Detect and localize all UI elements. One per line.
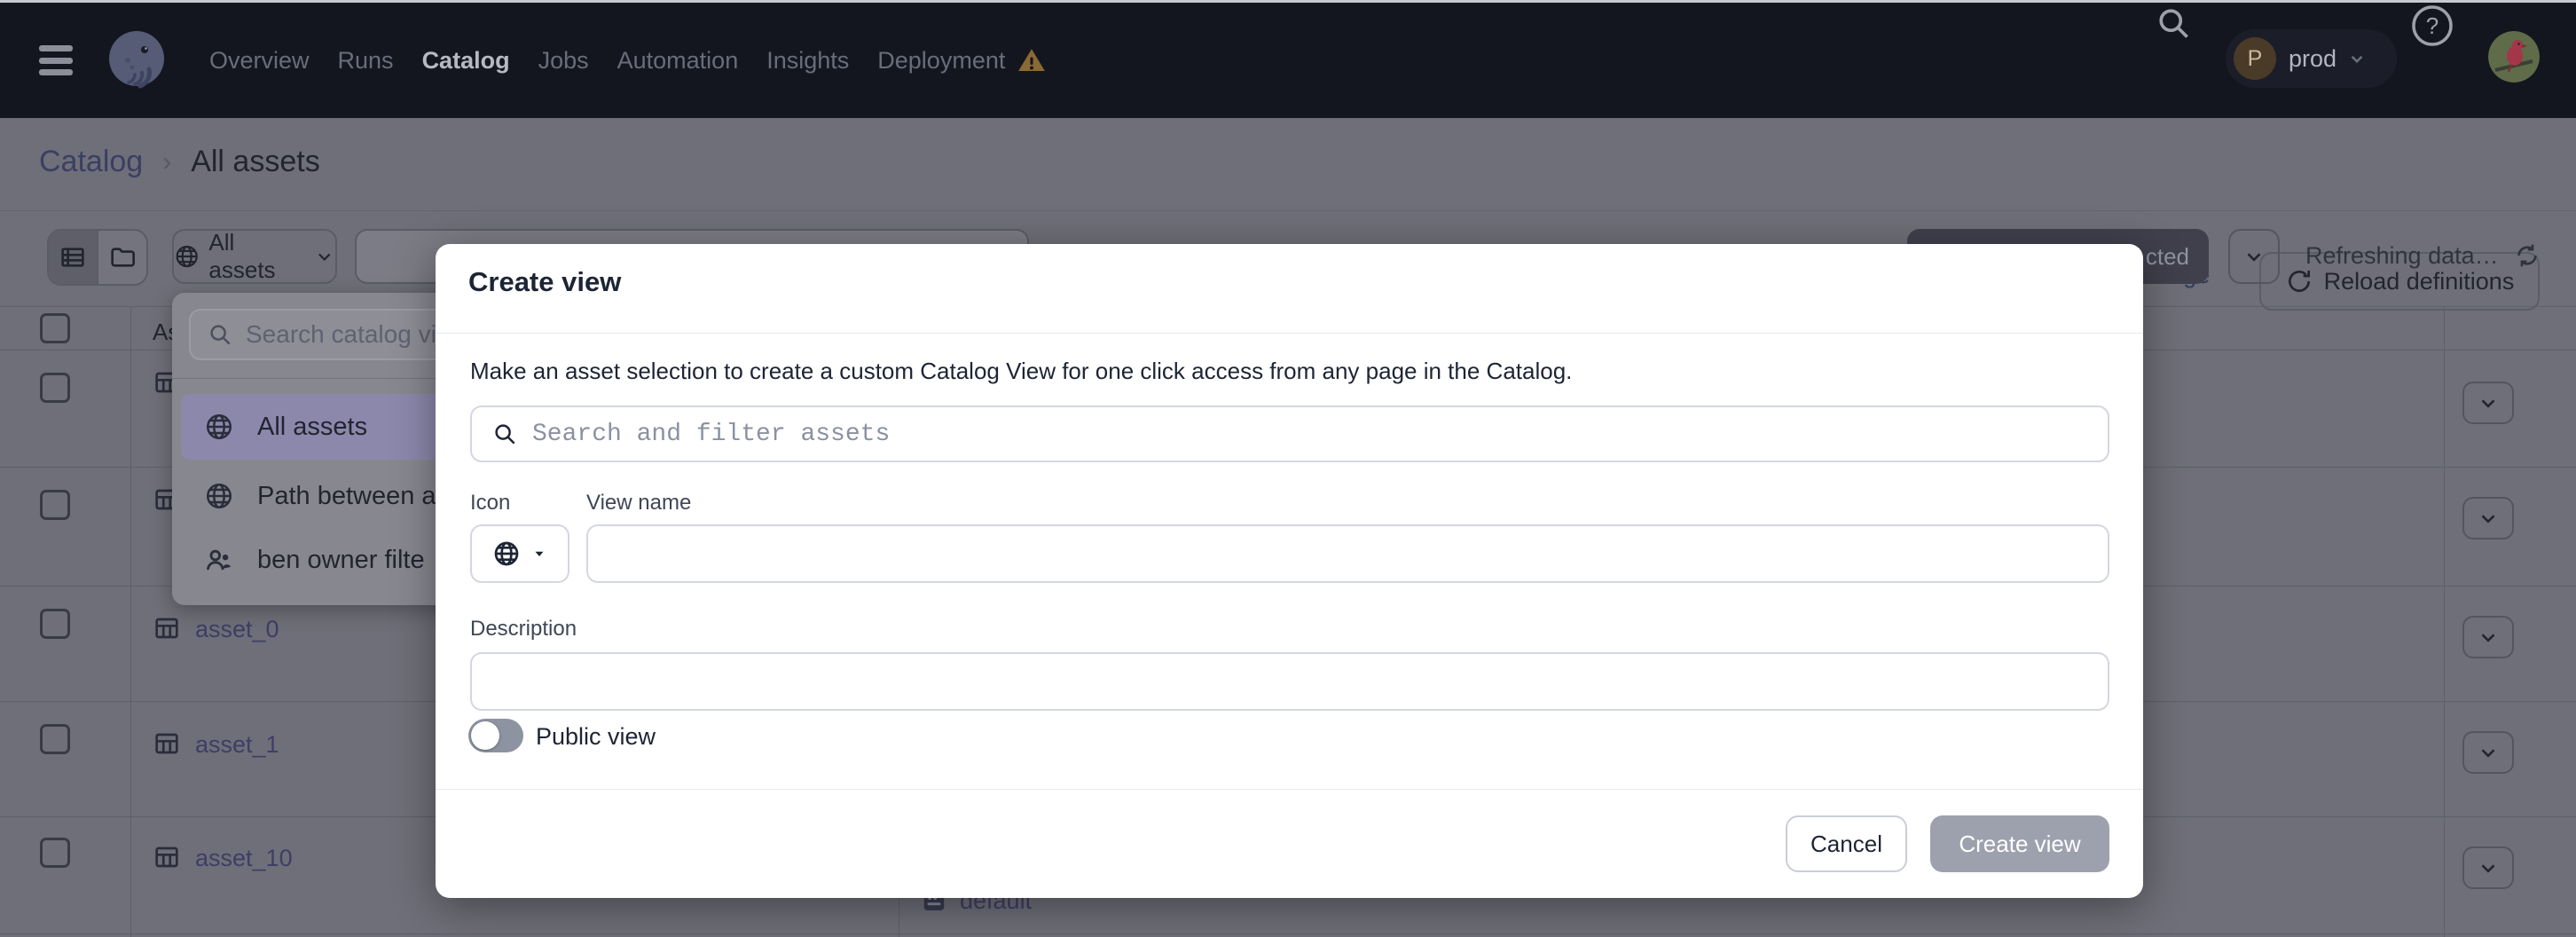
sync-icon (2513, 241, 2541, 270)
modal-asset-search-field[interactable] (530, 406, 2108, 461)
description-field[interactable] (472, 654, 2108, 709)
page-header: Catalog › All assets View global asset l… (0, 118, 2576, 211)
row-expand-button[interactable] (2462, 497, 2514, 539)
breadcrumb: Catalog › All assets (39, 145, 320, 179)
toggle-knob (471, 721, 499, 750)
nav-item-automation[interactable]: Automation (617, 47, 739, 75)
description-input[interactable] (470, 652, 2109, 711)
menu-icon[interactable] (39, 45, 73, 75)
table-row-divider (0, 933, 2576, 934)
breadcrumb-catalog-link[interactable]: Catalog (39, 145, 143, 179)
reload-label: Reload definitions (2324, 268, 2515, 295)
refreshing-label: Refreshing data… (2305, 242, 2499, 270)
nav-item-jobs[interactable]: Jobs (538, 47, 589, 75)
globe-icon (204, 412, 234, 442)
top-nav: Overview Runs Catalog Jobs Automation In… (0, 3, 2576, 118)
create-view-dialog: Create view Make an asset selection to c… (436, 244, 2143, 898)
select-all-checkbox[interactable] (40, 313, 70, 343)
row-expand-button[interactable] (2462, 616, 2514, 658)
catalog-view-selector[interactable]: All assets (172, 229, 337, 284)
search-icon (207, 321, 233, 348)
globe-icon (204, 481, 234, 511)
create-view-button[interactable]: Create view (1930, 815, 2109, 872)
deployment-switcher[interactable]: P prod (2226, 29, 2397, 88)
nav-item-deployment-label: Deployment (877, 47, 1005, 75)
view-item-label: ben owner filte (257, 546, 425, 575)
icon-field-label: Icon (470, 491, 510, 516)
nav-item-runs[interactable]: Runs (338, 47, 394, 75)
row-checkbox[interactable] (40, 490, 70, 520)
modal-asset-search[interactable] (470, 406, 2109, 462)
chevron-down-icon (314, 246, 335, 267)
warning-icon (1016, 45, 1048, 75)
description-field-label: Description (470, 617, 577, 642)
dagster-logo[interactable] (103, 27, 170, 94)
deployment-name: prod (2289, 45, 2336, 73)
search-icon (491, 421, 518, 447)
global-search-icon[interactable] (2153, 3, 2194, 43)
icon-select[interactable] (470, 524, 569, 583)
asset-link[interactable]: asset_0 (195, 616, 279, 643)
nav-menu: Overview Runs Catalog Jobs Automation In… (209, 45, 1048, 75)
nav-item-insights[interactable]: Insights (766, 47, 849, 75)
row-checkbox[interactable] (40, 724, 70, 754)
row-expand-button[interactable] (2462, 846, 2514, 889)
help-icon[interactable]: ? (2409, 3, 2455, 49)
globe-icon (492, 539, 521, 568)
view-mode-toggle (47, 229, 148, 286)
view-name-input[interactable] (586, 524, 2109, 583)
view-item-label: Path between a (257, 482, 436, 511)
user-avatar[interactable] (2488, 31, 2540, 83)
public-view-label: Public view (536, 723, 656, 751)
view-item-label: All assets (257, 413, 367, 442)
divider (436, 333, 2143, 334)
row-checkbox[interactable] (40, 838, 70, 868)
asset-table-icon (153, 614, 181, 642)
reload-icon (2285, 267, 2313, 295)
view-name-field-label: View name (586, 491, 691, 516)
asset-link[interactable]: asset_1 (195, 731, 279, 759)
folder-view-button[interactable] (97, 231, 146, 284)
table-column-divider (2444, 306, 2445, 937)
caret-down-icon (531, 546, 547, 562)
refreshing-status: Refreshing data… (2305, 241, 2541, 270)
breadcrumb-separator: › (162, 147, 171, 177)
divider (436, 789, 2143, 790)
catalog-view-label: All assets (208, 229, 305, 284)
row-expand-button[interactable] (2462, 731, 2514, 774)
materialize-options-button[interactable] (2228, 229, 2280, 284)
table-view-button[interactable] (49, 231, 97, 284)
svg-text:?: ? (2426, 12, 2439, 39)
view-name-field[interactable] (588, 526, 2108, 581)
cancel-button[interactable]: Cancel (1786, 815, 1907, 872)
nav-item-deployment[interactable]: Deployment (877, 45, 1048, 75)
nav-item-overview[interactable]: Overview (209, 47, 310, 75)
nav-item-catalog[interactable]: Catalog (422, 47, 510, 75)
asset-link[interactable]: asset_10 (195, 845, 293, 872)
row-checkbox[interactable] (40, 373, 70, 403)
page-title: All assets (191, 145, 320, 179)
people-icon (204, 545, 234, 575)
row-expand-button[interactable] (2462, 382, 2514, 424)
asset-table-icon (153, 729, 181, 758)
globe-icon (174, 243, 200, 270)
public-view-toggle[interactable] (468, 719, 523, 752)
asset-table-icon (153, 843, 181, 871)
chevron-down-icon (2345, 47, 2368, 70)
row-checkbox[interactable] (40, 609, 70, 639)
dialog-title: Create view (468, 266, 621, 298)
table-column-divider (130, 306, 131, 937)
chevron-down-icon (2242, 245, 2266, 268)
deployment-initial-badge: P (2234, 37, 2276, 80)
dialog-description: Make an asset selection to create a cust… (470, 358, 1572, 385)
